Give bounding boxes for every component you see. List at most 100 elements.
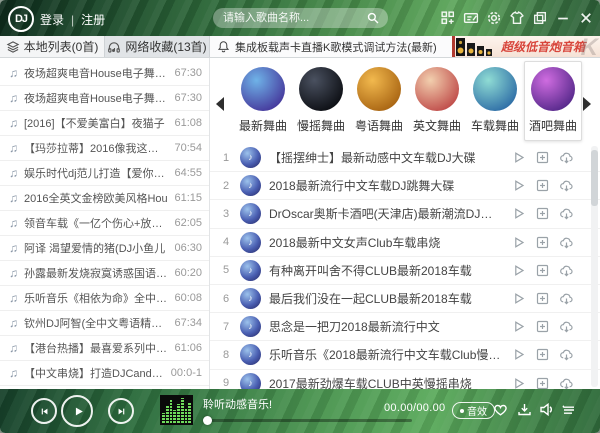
- song-title[interactable]: DrOscar奥斯卡酒吧(天津店)最新潮流DJ电音: [269, 205, 503, 222]
- download-cloud-icon[interactable]: [559, 376, 574, 389]
- play-icon[interactable]: [511, 235, 526, 250]
- next-button[interactable]: [108, 398, 134, 424]
- skin-tshirt-icon[interactable]: [509, 10, 525, 26]
- minimize-icon[interactable]: [555, 10, 571, 26]
- sound-effect-button[interactable]: 音效: [452, 402, 495, 419]
- notice-bar[interactable]: 集成板载声卡直播K歌模式调试方法(最新): [210, 36, 452, 57]
- add-to-list-icon[interactable]: [535, 263, 550, 278]
- progress-thumb[interactable]: [203, 416, 212, 425]
- progress-track[interactable]: [204, 419, 412, 422]
- mini-mode-icon[interactable]: [532, 10, 548, 26]
- download-cloud-icon[interactable]: [559, 319, 574, 334]
- download-cloud-icon[interactable]: [559, 206, 574, 221]
- sidebar-song-row[interactable]: ♫ 2016全英文金榜欧美风格Hou 61:15: [0, 186, 209, 211]
- notice-text[interactable]: 集成板载声卡直播K歌模式调试方法(最新): [235, 39, 437, 55]
- song-title[interactable]: 思念是一把刀2018最新流行中文: [269, 318, 503, 335]
- category-item[interactable]: 车载舞曲: [466, 61, 524, 141]
- sidebar-song-row[interactable]: ♫ 领音车载《一亿个伤心+放一百个心 62:05: [0, 211, 209, 236]
- download-cloud-icon[interactable]: [559, 347, 574, 362]
- sidebar-song-row[interactable]: ♫ 钦州DJ阿智(全中文粤语精选十指 67:34: [0, 311, 209, 336]
- close-icon[interactable]: [578, 10, 594, 26]
- scrollbar-track[interactable]: [591, 146, 598, 387]
- previous-button[interactable]: [31, 398, 57, 424]
- play-icon[interactable]: [511, 150, 526, 165]
- song-row[interactable]: 1 ♪ 【摇摆绅士】最新动感中文车载DJ大碟: [210, 144, 600, 172]
- add-to-list-icon[interactable]: [535, 150, 550, 165]
- apps-grid-icon[interactable]: [440, 10, 456, 26]
- download-cloud-icon[interactable]: [559, 263, 574, 278]
- category-cover[interactable]: [357, 67, 401, 111]
- categories-next-icon[interactable]: [580, 96, 594, 112]
- feedback-icon[interactable]: [463, 10, 479, 26]
- categories-prev-icon[interactable]: [213, 96, 227, 112]
- category-cover[interactable]: [299, 67, 343, 111]
- play-icon[interactable]: [511, 347, 526, 362]
- playlist-icon[interactable]: [560, 401, 577, 418]
- add-to-list-icon[interactable]: [535, 206, 550, 221]
- play-icon[interactable]: [511, 319, 526, 334]
- sidebar-song-row[interactable]: ♫ 夜场超爽电音House电子舞曲型 67:30: [0, 61, 209, 86]
- play-icon[interactable]: [511, 291, 526, 306]
- sidebar-song-row[interactable]: ♫ 【玛莎拉蒂】2016像我这么痴情 70:54: [0, 136, 209, 161]
- settings-gear-icon[interactable]: [486, 10, 502, 26]
- search-input[interactable]: [221, 11, 366, 25]
- category-cover[interactable]: [473, 67, 517, 111]
- sidebar-song-row[interactable]: ♫ 夜场超爽电音House电子舞曲型 67:30: [0, 86, 209, 111]
- category-item[interactable]: 英文舞曲: [408, 61, 466, 141]
- song-row[interactable]: 9 ♪ 2017最新劲爆车载CLUB中英慢摇串烧: [210, 370, 600, 390]
- song-title[interactable]: 2017最新劲爆车载CLUB中英慢摇串烧: [269, 375, 503, 389]
- song-title[interactable]: 2018最新中文女声Club车载串烧: [269, 234, 503, 251]
- sidebar-song-row[interactable]: ♫ 【港台热播】最喜爱系列中文柔歌... 61:06: [0, 336, 209, 361]
- download-icon[interactable]: [516, 401, 533, 418]
- song-title[interactable]: 最后我们没在一起CLUB最新2018车载: [269, 290, 503, 307]
- tab-local-list[interactable]: 本地列表(0首): [0, 36, 105, 57]
- download-cloud-icon[interactable]: [559, 291, 574, 306]
- download-cloud-icon[interactable]: [559, 178, 574, 193]
- category-item[interactable]: 粤语舞曲: [350, 61, 408, 141]
- play-icon[interactable]: [511, 376, 526, 389]
- tab-net-favorites[interactable]: 网络收藏(13首): [105, 36, 210, 57]
- sidebar-song-row[interactable]: ♫ 娱乐时代dj范儿打造【爱你的语言 64:55: [0, 161, 209, 186]
- sidebar-song-row[interactable]: ♫ 乐听音乐《相依为命》全中文全粤... 60:08: [0, 286, 209, 311]
- category-cover[interactable]: [531, 67, 575, 111]
- category-item[interactable]: 慢摇舞曲: [292, 61, 350, 141]
- search-icon[interactable]: [366, 11, 380, 25]
- register-link[interactable]: 注册: [81, 11, 105, 28]
- play-icon[interactable]: [511, 178, 526, 193]
- add-to-list-icon[interactable]: [535, 291, 550, 306]
- login-link[interactable]: 登录: [40, 11, 64, 28]
- add-to-list-icon[interactable]: [535, 319, 550, 334]
- category-item[interactable]: 酒吧舞曲: [524, 61, 582, 141]
- download-cloud-icon[interactable]: [559, 150, 574, 165]
- search-box[interactable]: [213, 8, 388, 28]
- song-row[interactable]: 6 ♪ 最后我们没在一起CLUB最新2018车载: [210, 285, 600, 313]
- download-cloud-icon[interactable]: [559, 235, 574, 250]
- song-row[interactable]: 3 ♪ DrOscar奥斯卡酒吧(天津店)最新潮流DJ电音: [210, 200, 600, 228]
- song-title[interactable]: 乐听音乐《2018最新流行中文车载Club慢摇DJ串: [269, 346, 503, 363]
- scrollbar-thumb[interactable]: [591, 150, 598, 206]
- add-to-list-icon[interactable]: [535, 376, 550, 389]
- song-row[interactable]: 2 ♪ 2018最新流行中文车载DJ跳舞大碟: [210, 172, 600, 200]
- song-row[interactable]: 4 ♪ 2018最新中文女声Club车载串烧: [210, 229, 600, 257]
- song-title[interactable]: 有种离开叫舍不得CLUB最新2018车载: [269, 262, 503, 279]
- category-item[interactable]: 最新舞曲: [234, 61, 292, 141]
- category-cover[interactable]: [415, 67, 459, 111]
- sidebar-song-row[interactable]: ♫ [2016]【不爱美富白】夜猫子 61:08: [0, 111, 209, 136]
- play-icon[interactable]: [511, 263, 526, 278]
- sidebar-song-row[interactable]: ♫ 阿译 渴望爱情的猪(DJ小鱼儿 06:30: [0, 236, 209, 261]
- song-title[interactable]: 2018最新流行中文车载DJ跳舞大碟: [269, 177, 503, 194]
- play-icon[interactable]: [511, 206, 526, 221]
- sidebar-song-row[interactable]: ♫ 孙露最新发烧寂寞诱惑国语连版钻... 60:20: [0, 261, 209, 286]
- add-to-list-icon[interactable]: [535, 235, 550, 250]
- song-row[interactable]: 8 ♪ 乐听音乐《2018最新流行中文车载Club慢摇DJ串: [210, 341, 600, 369]
- ad-text[interactable]: 超级低音炮音箱: [501, 38, 585, 55]
- volume-icon[interactable]: [538, 401, 555, 418]
- add-to-list-icon[interactable]: [535, 178, 550, 193]
- song-title[interactable]: 【摇摆绅士】最新动感中文车载DJ大碟: [269, 149, 503, 166]
- song-row[interactable]: 7 ♪ 思念是一把刀2018最新流行中文: [210, 313, 600, 341]
- category-cover[interactable]: [241, 67, 285, 111]
- song-row[interactable]: 5 ♪ 有种离开叫舍不得CLUB最新2018车载: [210, 257, 600, 285]
- add-to-list-icon[interactable]: [535, 347, 550, 362]
- sidebar-song-row[interactable]: ♫ 【中文串烧】打造DJCandy中 00:0-1: [0, 361, 209, 386]
- favorite-heart-icon[interactable]: [492, 401, 509, 418]
